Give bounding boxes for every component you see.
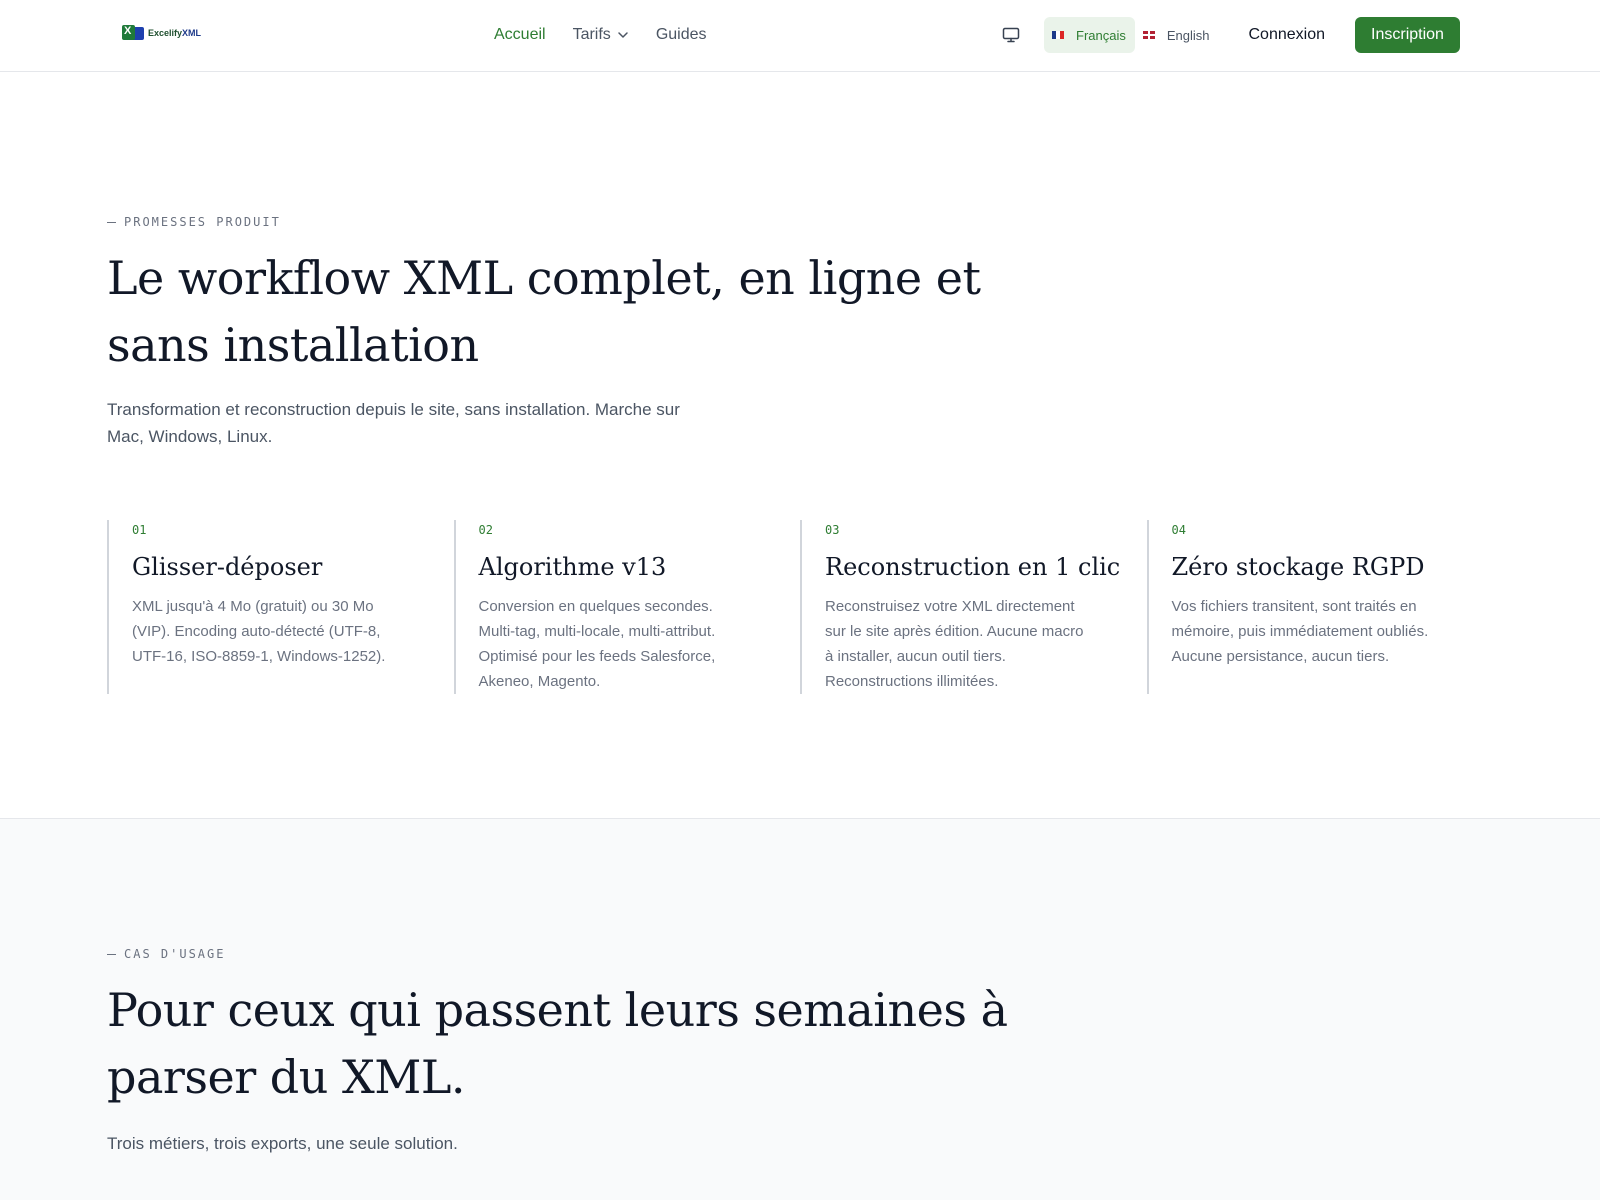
lead-line: Mac, Windows, Linux. bbox=[107, 427, 273, 446]
feature-item: 01 Glisser-déposer XML jusqu'à 4 Mo (gra… bbox=[107, 520, 454, 694]
feature-item: 03 Reconstruction en 1 clic Reconstruise… bbox=[800, 520, 1147, 694]
feature-item: 02 Algorithme v13 Conversion en quelques… bbox=[453, 520, 801, 694]
language-french-button[interactable]: Français bbox=[1044, 17, 1135, 53]
excel-logo-icon: X bbox=[120, 24, 146, 42]
feature-description: XML jusqu'à 4 Mo (gratuit) ou 30 Mo (VIP… bbox=[132, 598, 386, 665]
feature-title: Zéro stockage RGPD bbox=[1171, 553, 1425, 581]
lead-line: Transformation et reconstruction depuis … bbox=[107, 400, 680, 419]
title-line: parser du XML. bbox=[107, 1050, 466, 1104]
main-nav: Accueil Tarifs Guides bbox=[494, 24, 707, 46]
header-actions: Français English Connexion Inscription bbox=[1000, 17, 1460, 53]
nav-item-accueil[interactable]: Accueil bbox=[494, 24, 546, 46]
title-line: Le workflow XML complet, en ligne et bbox=[107, 251, 981, 305]
feature-list: 01 Glisser-déposer XML jusqu'à 4 Mo (gra… bbox=[107, 520, 1493, 694]
nav-item-label: Tarifs bbox=[572, 26, 611, 43]
section-eyebrow: CAS D'USAGE bbox=[107, 947, 225, 961]
title-line: Pour ceux qui passent leurs semaines à bbox=[107, 983, 1008, 1037]
language-label: Français bbox=[1076, 27, 1126, 43]
feature-number: 01 bbox=[132, 523, 147, 537]
feature-description: Vos fichiers transitent, sont traités en… bbox=[1171, 598, 1429, 665]
eyebrow-text: CAS D'USAGE bbox=[124, 947, 226, 961]
french-flag-icon bbox=[1052, 31, 1064, 39]
signup-button[interactable]: Inscription bbox=[1355, 17, 1460, 53]
monitor-icon[interactable] bbox=[1000, 24, 1022, 46]
title-line: sans installation bbox=[107, 318, 479, 372]
eyebrow-dash bbox=[107, 953, 116, 955]
section-lead: Transformation et reconstruction depuis … bbox=[107, 396, 747, 450]
feature-number: 02 bbox=[478, 523, 493, 537]
nav-item-guides[interactable]: Guides bbox=[656, 24, 707, 46]
feature-title: Reconstruction en 1 clic bbox=[825, 553, 1121, 581]
feature-title: Glisser-déposer bbox=[132, 553, 323, 581]
uk-flag-icon bbox=[1142, 31, 1155, 39]
section-title: Le workflow XML complet, en ligne et san… bbox=[107, 245, 987, 379]
logo[interactable]: X ExcelifyXML bbox=[120, 24, 201, 42]
eyebrow-text: PROMESSES PRODUIT bbox=[124, 215, 281, 229]
eyebrow-dash bbox=[107, 221, 116, 223]
chevron-down-icon bbox=[618, 32, 628, 38]
use-cases-section: CAS D'USAGE Pour ceux qui passent leurs … bbox=[0, 818, 1600, 1200]
feature-number: 04 bbox=[1171, 523, 1186, 537]
section-eyebrow: PROMESSES PRODUIT bbox=[107, 215, 281, 229]
nav-item-tarifs[interactable]: Tarifs bbox=[573, 24, 629, 46]
language-english-button[interactable]: English bbox=[1135, 17, 1219, 53]
section-lead: Trois métiers, trois exports, une seule … bbox=[107, 1134, 458, 1153]
feature-description: Reconstruisez votre XML directement sur … bbox=[825, 598, 1084, 690]
logo-text: ExcelifyXML bbox=[148, 28, 202, 38]
feature-description: Conversion en quelques secondes. Multi-t… bbox=[478, 598, 716, 690]
language-label: English bbox=[1166, 27, 1210, 43]
feature-number: 03 bbox=[825, 523, 840, 537]
feature-item: 04 Zéro stockage RGPD Vos fichiers trans… bbox=[1146, 520, 1494, 694]
nav-item-label: Guides bbox=[655, 26, 707, 43]
nav-item-label: Accueil bbox=[494, 26, 546, 43]
feature-title: Algorithme v13 bbox=[478, 553, 667, 581]
login-link[interactable]: Connexion bbox=[1249, 26, 1326, 44]
site-header: X ExcelifyXML Accueil Tarifs Guides Fran… bbox=[0, 0, 1600, 72]
section-title: Pour ceux qui passent leurs semaines à p… bbox=[107, 977, 1107, 1111]
